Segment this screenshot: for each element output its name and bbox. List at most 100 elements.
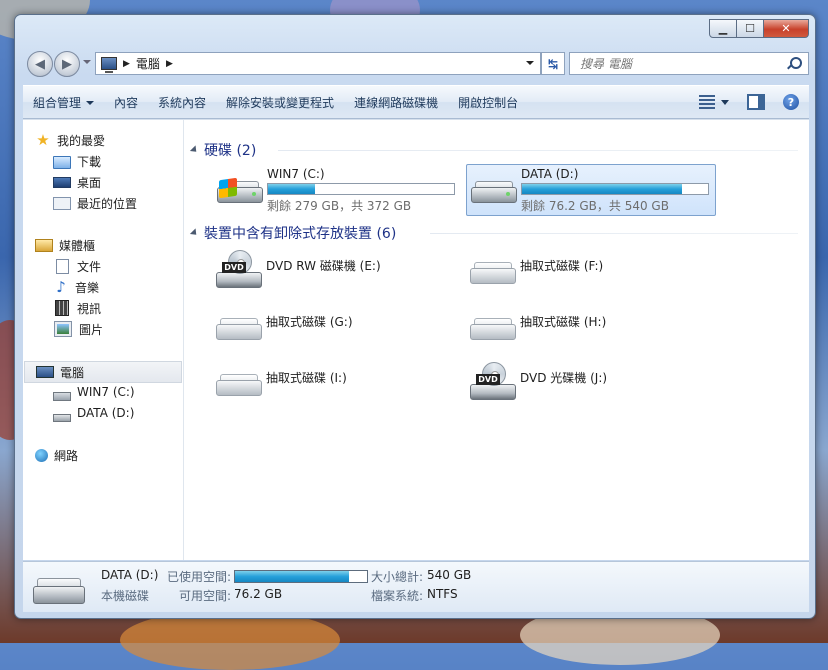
details-fs-value: NTFS (427, 587, 458, 601)
drive-usage-bar (267, 183, 455, 195)
command-bar: 組合管理 內容 系統內容 解除安裝或變更程式 連線網路磁碟機 開啟控制台 ? (23, 85, 809, 119)
forward-arrow-icon: ▶ (62, 56, 72, 72)
group-header-removable[interactable]: 裝置中含有卸除式存放裝置 (6) (189, 224, 397, 242)
minimize-button[interactable]: ▁ (709, 19, 737, 38)
device-dvd-rw-e[interactable]: DVD DVD RW 磁碟機 (E:) (212, 250, 460, 296)
recent-pages-dropdown[interactable] (83, 60, 91, 64)
change-view-icon[interactable] (699, 95, 715, 109)
sidebar-item-favorites[interactable]: ★ 我的最愛 (35, 130, 105, 150)
removable-disk-icon (470, 262, 516, 284)
details-drive-type: 本機磁碟 (101, 589, 150, 603)
breadcrumb-separator[interactable]: ▶ (166, 59, 173, 69)
search-icon[interactable] (790, 57, 802, 69)
drive-usage-bar (521, 183, 709, 195)
desktop-wallpaper-shape (120, 610, 340, 670)
computer-icon (101, 57, 117, 73)
sidebar-item-label: 文件 (77, 259, 102, 274)
sidebar-item-recent-places[interactable]: 最近的位置 (53, 193, 137, 213)
help-icon[interactable]: ? (783, 94, 799, 110)
pictures-icon (54, 321, 72, 337)
collapse-triangle-icon[interactable] (189, 228, 200, 238)
drive-free-space: 剩餘 279 GB，共 372 GB (267, 199, 412, 213)
desktop-icon (53, 176, 71, 188)
back-arrow-icon: ◀ (35, 56, 45, 72)
forward-button[interactable]: ▶ (54, 51, 80, 77)
address-dropdown-icon[interactable] (526, 61, 534, 65)
device-name: DVD 光碟機 (J:) (520, 371, 608, 385)
sidebar-item-label: 下載 (77, 154, 102, 169)
sidebar-item-music[interactable]: ♪ 音樂 (53, 277, 99, 297)
close-button[interactable]: ✕ (764, 19, 809, 38)
drive-free-space: 剩餘 76.2 GB，共 540 GB (521, 199, 669, 213)
sidebar-item-pictures[interactable]: 圖片 (53, 319, 103, 339)
device-name: 抽取式磁碟 (F:) (520, 259, 604, 273)
drive-tile-d[interactable]: DATA (D:) 剩餘 76.2 GB，共 540 GB (466, 164, 716, 216)
music-icon: ♪ (56, 278, 66, 296)
details-total-label: 大小總計: (371, 570, 424, 584)
address-bar[interactable]: ▶ 電腦 ▶ (95, 52, 541, 75)
drive-name: WIN7 (C:) (267, 167, 325, 181)
more-views-dropdown-icon[interactable] (721, 99, 729, 105)
organize-label: 組合管理 (33, 95, 82, 110)
main-panes: ★ 我的最愛 下載 桌面 最近的位置 媒體櫃 文件 ♪ 音樂 視訊 圖片 電腦 WI… (23, 119, 809, 560)
device-removable-i[interactable]: 抽取式磁碟 (I:) (212, 362, 460, 408)
drive-usage-fill (522, 184, 682, 194)
breadcrumb-separator[interactable]: ▶ (123, 59, 130, 69)
hard-drive-icon (471, 181, 517, 203)
details-total-value: 540 GB (427, 568, 472, 582)
open-control-panel-button[interactable]: 開啟控制台 (448, 94, 528, 111)
organize-menu[interactable]: 組合管理 (23, 94, 104, 111)
refresh-button[interactable]: ↹ (541, 52, 565, 75)
sidebar-item-label: 網路 (54, 448, 79, 463)
sidebar-item-network[interactable]: 網路 (35, 445, 78, 465)
back-button[interactable]: ◀ (27, 51, 53, 77)
drive-tile-c[interactable]: WIN7 (C:) 剩餘 279 GB，共 372 GB (212, 164, 462, 216)
collapse-triangle-icon[interactable] (189, 145, 200, 155)
device-dvd-j[interactable]: DVD DVD 光碟機 (J:) (466, 362, 714, 408)
group-title: 裝置中含有卸除式存放裝置 (6) (204, 226, 397, 242)
sidebar-item-drive-d[interactable]: DATA (D:) (53, 403, 134, 423)
removable-disk-icon (216, 318, 262, 340)
sidebar-item-downloads[interactable]: 下載 (53, 151, 101, 171)
sidebar-item-videos[interactable]: 視訊 (53, 298, 101, 318)
windows-logo-icon (219, 177, 237, 199)
navigation-pane: ★ 我的最愛 下載 桌面 最近的位置 媒體櫃 文件 ♪ 音樂 視訊 圖片 電腦 WI… (23, 120, 184, 560)
properties-button[interactable]: 內容 (104, 94, 148, 111)
group-header-hard-drives[interactable]: 硬碟 (2) (189, 141, 256, 159)
file-list-pane: 硬碟 (2) WIN7 (C:) 剩餘 279 GB，共 372 GB DATA… (184, 120, 809, 560)
computer-icon (36, 366, 54, 378)
network-icon (35, 448, 48, 462)
breadcrumb-computer[interactable]: 電腦 (136, 55, 160, 72)
uninstall-program-button[interactable]: 解除安裝或變更程式 (216, 94, 344, 111)
sidebar-item-label: DATA (D:) (77, 406, 135, 420)
navigation-bar: ◀ ▶ ▶ 電腦 ▶ ↹ (23, 50, 809, 77)
removable-disk-icon (216, 374, 262, 396)
sidebar-item-label: 圖片 (79, 322, 104, 337)
sidebar-item-libraries[interactable]: 媒體櫃 (35, 235, 95, 255)
device-removable-g[interactable]: 抽取式磁碟 (G:) (212, 306, 460, 352)
maximize-button[interactable]: ☐ (737, 19, 764, 38)
sidebar-item-desktop[interactable]: 桌面 (53, 172, 101, 192)
drive-name: DATA (D:) (521, 167, 579, 181)
search-box[interactable] (569, 52, 809, 75)
sidebar-item-label: 最近的位置 (77, 196, 138, 211)
device-removable-f[interactable]: 抽取式磁碟 (F:) (466, 250, 714, 296)
sidebar-item-label: 音樂 (75, 280, 100, 295)
details-pane: DATA (D:) 已使用空間: 大小總計: 540 GB 本機磁碟 可用空間:… (23, 561, 809, 612)
caption-buttons: ▁ ☐ ✕ (709, 19, 809, 38)
sidebar-item-label: WIN7 (C:) (77, 385, 135, 399)
sidebar-item-label: 媒體櫃 (59, 238, 96, 253)
group-divider (430, 233, 798, 234)
details-usage-bar (234, 570, 368, 583)
search-input[interactable] (578, 55, 787, 72)
details-free-value: 76.2 GB (234, 587, 283, 601)
system-properties-button[interactable]: 系統內容 (148, 94, 216, 111)
sidebar-item-documents[interactable]: 文件 (53, 256, 101, 276)
preview-pane-icon[interactable] (747, 94, 765, 110)
sidebar-item-drive-c[interactable]: WIN7 (C:) (53, 382, 135, 402)
map-network-drive-button[interactable]: 連線網路磁碟機 (344, 94, 448, 111)
device-removable-h[interactable]: 抽取式磁碟 (H:) (466, 306, 714, 352)
sidebar-item-computer[interactable]: 電腦 (24, 361, 182, 383)
sidebar-item-label: 視訊 (77, 301, 102, 316)
device-name: 抽取式磁碟 (H:) (520, 315, 607, 329)
